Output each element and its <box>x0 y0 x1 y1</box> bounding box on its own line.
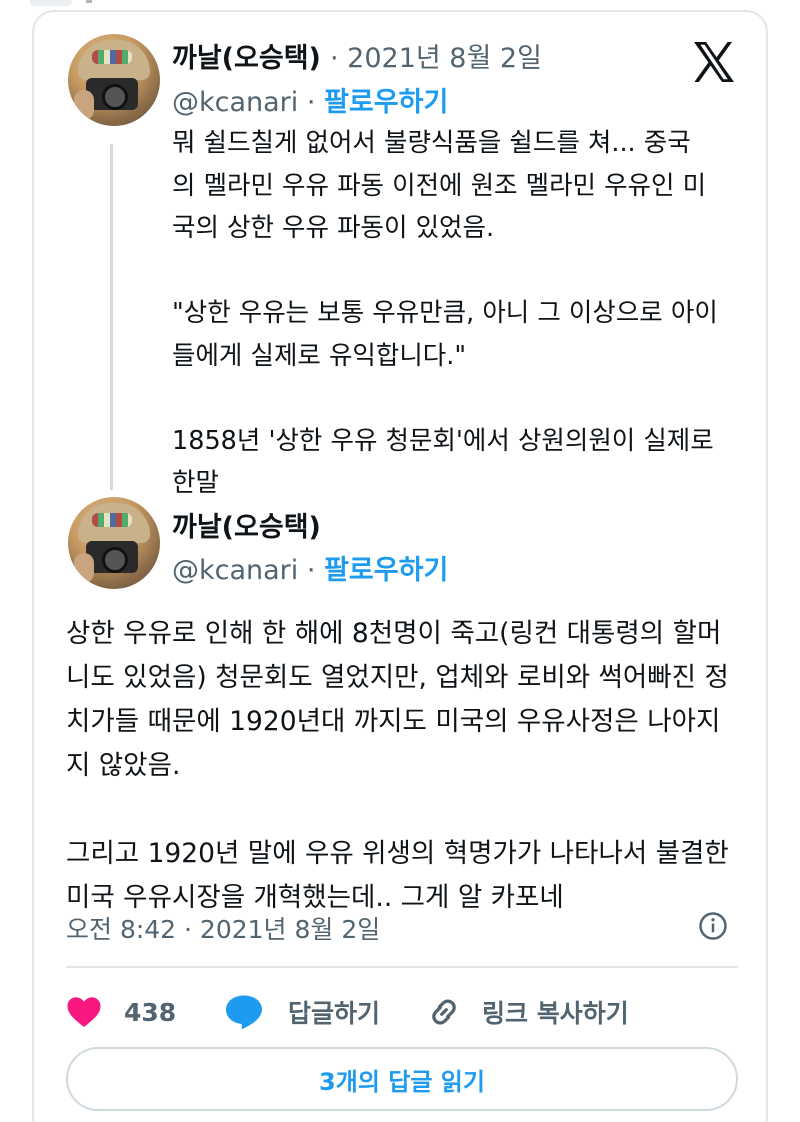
author-handle[interactable]: @kcanari <box>172 87 298 118</box>
top-edge-stub <box>30 0 72 6</box>
tweet-line: 국의 상한 우유 파동이 있었음. <box>172 213 495 243</box>
copy-link-button[interactable]: 링크 복사하기 <box>426 982 629 1042</box>
tweet-embed-card: 까날(오승택) · 2021년 8월 2일 @kcanari · 팔로우하기 뭐… <box>32 10 768 1122</box>
x-logo-icon[interactable] <box>690 38 738 86</box>
thread-connector-line <box>110 144 113 490</box>
reply-author-handle[interactable]: @kcanari <box>172 555 298 586</box>
tweet-line: 1858년 '상한 우유 청문회'에서 상원의원이 실제로 <box>172 425 714 456</box>
copy-link-label: 링크 복사하기 <box>482 999 629 1028</box>
tweet-line: 니도 있었음) 청문회도 열었지만, 업체와 로비와 썩어빠진 정 <box>66 662 729 693</box>
reply-label: 답글하기 <box>288 999 381 1028</box>
avatar[interactable] <box>68 34 160 126</box>
tweet-line: 치가들 때문에 1920년대 까지도 미국의 우유사정은 나아지 <box>66 706 721 737</box>
divider <box>66 966 738 968</box>
action-bar: 438 답글하기 링크 복사하기 <box>66 982 746 1042</box>
tweet-line: 들에게 실제로 유익합니다." <box>172 340 467 371</box>
reply-tweet-text: 상한 우유로 인해 한 해에 8천명이 죽고(링컨 대통령의 할머 니도 있었음… <box>66 612 756 920</box>
handle-row: @kcanari · 팔로우하기 <box>172 80 448 119</box>
tweet-line: 지 않았음. <box>66 750 181 781</box>
tweet-timestamp[interactable]: 오전 8:42 · 2021년 8월 2일 <box>66 910 380 946</box>
reply-author-name[interactable]: 까날(오승택) <box>172 505 321 544</box>
info-icon[interactable] <box>698 911 728 941</box>
top-edge-mark <box>86 0 92 3</box>
separator-dot: · <box>306 555 316 586</box>
tweet-date[interactable]: · 2021년 8월 2일 <box>330 36 542 75</box>
separator-dot: · <box>306 87 316 118</box>
follow-button[interactable]: 팔로우하기 <box>324 87 448 118</box>
reply-button[interactable]: 답글하기 <box>224 982 380 1042</box>
tweet-line: 그리고 1920년 말에 우유 위생의 혁명가가 나타나서 불결한 <box>66 838 729 869</box>
tweet-line: "상한 우유는 보통 우유만큼, 아니 그 이상으로 아이 <box>172 298 718 328</box>
reply-handle-row: @kcanari · 팔로우하기 <box>172 548 448 587</box>
like-count: 438 <box>124 997 177 1027</box>
author-name[interactable]: 까날(오승택) <box>172 36 321 75</box>
tweet-line: 한말 <box>172 468 219 498</box>
avatar[interactable] <box>68 497 160 589</box>
speech-bubble-icon <box>226 995 262 1030</box>
reply-follow-button[interactable]: 팔로우하기 <box>324 555 448 586</box>
read-replies-button[interactable]: 3개의 답글 읽기 <box>66 1047 738 1111</box>
tweet-line: 뭐 쉴드칠게 없어서 불량식품을 쉴드를 쳐... 중국 <box>172 128 691 158</box>
heart-icon <box>67 997 101 1027</box>
tweet-text: 뭐 쉴드칠게 없어서 불량식품을 쉴드를 쳐... 중국 의 멜라민 우유 파동… <box>172 122 752 505</box>
tweet-line: 의 멜라민 우유 파동 이전에 원조 멜라민 우유인 미 <box>172 170 707 201</box>
like-button[interactable]: 438 <box>66 982 176 1042</box>
tweet-line: 상한 우유로 인해 한 해에 8천명이 죽고(링컨 대통령의 할머 <box>66 618 722 649</box>
link-icon <box>432 999 456 1025</box>
